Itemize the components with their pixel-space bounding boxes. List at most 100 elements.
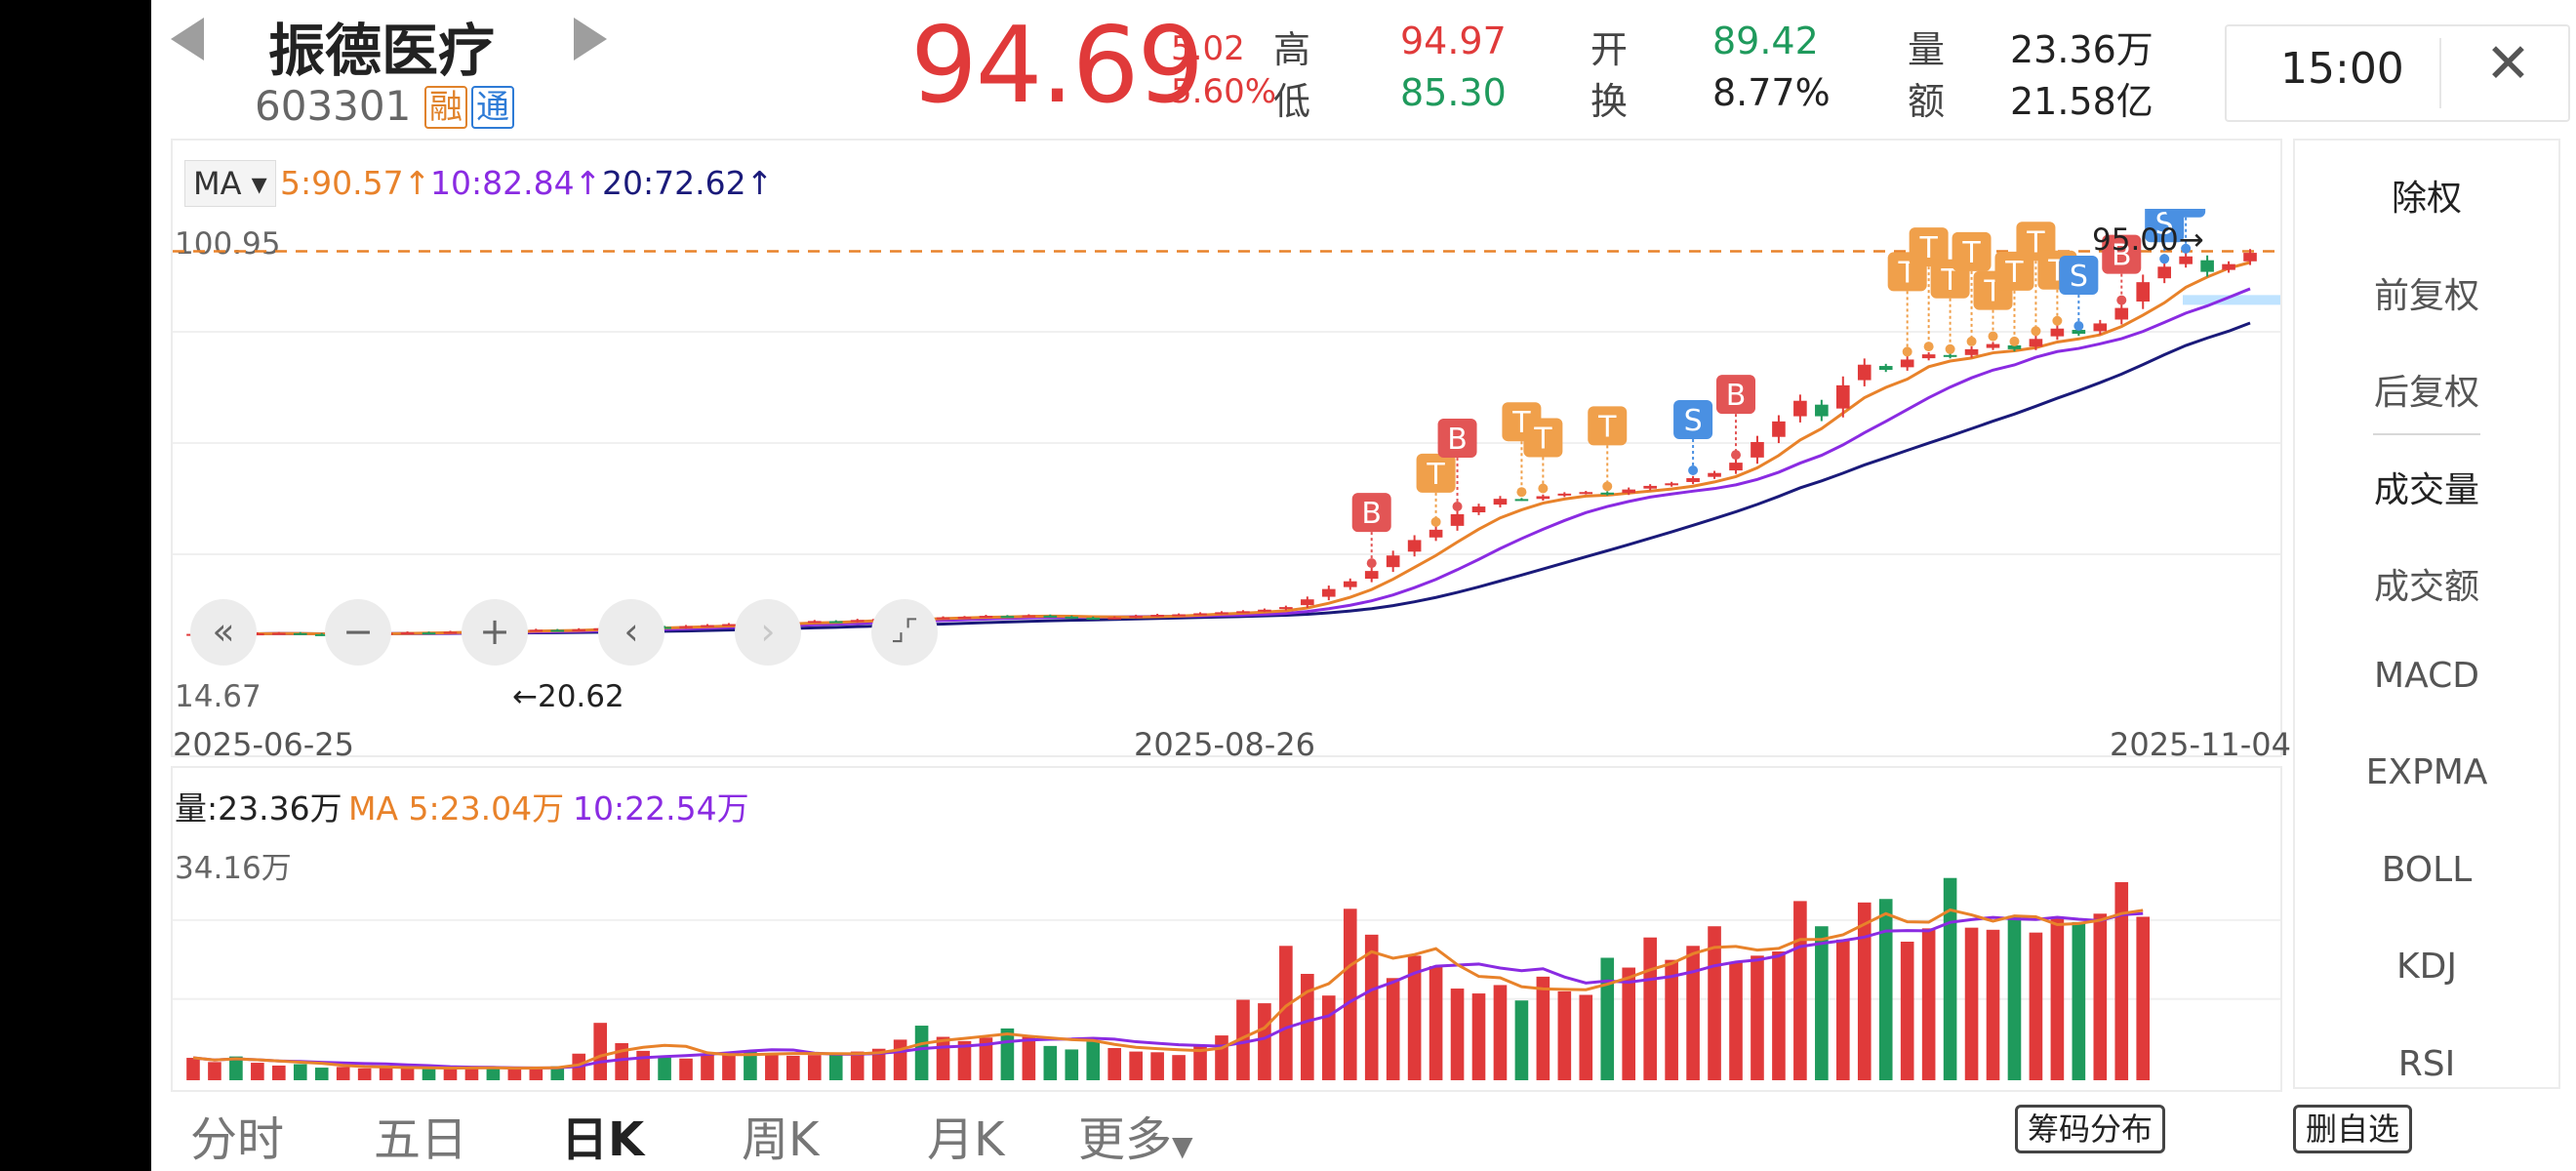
volume-chart[interactable] [173, 841, 2280, 1090]
indicator-item[interactable]: MACD [2295, 656, 2558, 696]
volume-bar [314, 1068, 329, 1080]
volume-bar [357, 1068, 372, 1080]
candle-body [1343, 581, 1357, 587]
candle-body [828, 621, 843, 624]
zoom-in-icon[interactable]: + [462, 599, 528, 666]
current-time: 15:00 [2280, 44, 2404, 94]
volume-bar [636, 1050, 650, 1080]
zoom-out-icon[interactable]: − [325, 599, 391, 666]
candle-body [1258, 609, 1271, 612]
volume-bar [1364, 934, 1379, 1080]
signal-label: S [2177, 209, 2195, 217]
candle-body [1600, 492, 1615, 495]
signal-dot [1966, 336, 1977, 346]
indicator-item[interactable]: KDJ [2295, 947, 2558, 987]
tab-intraday[interactable]: 分时 [190, 1101, 284, 1169]
indicator-item[interactable]: 除权 [2295, 170, 2558, 221]
signal-label: B [1361, 497, 1382, 531]
candle-body [679, 626, 693, 628]
volume-label-current: 量:23.36万 [175, 789, 342, 828]
signal-dot [2009, 336, 2020, 346]
signal-dot [2052, 315, 2063, 326]
tab-daily-k[interactable]: 日K [561, 1101, 644, 1169]
candle-body [550, 629, 565, 632]
volume-bar [251, 1063, 264, 1080]
signal-dot [1902, 346, 1912, 357]
candle-body [2050, 328, 2065, 337]
candle-body [1729, 463, 1743, 471]
volume-bar [336, 1067, 350, 1080]
amount-label: 额 [1908, 80, 1946, 123]
tab-more[interactable]: 更多▼ [1078, 1101, 1193, 1169]
indicator-item[interactable]: BOLL [2295, 850, 2558, 890]
volume-bar [208, 1062, 221, 1080]
candle-body [1193, 613, 1207, 616]
price-change-percent: 5.60% [1171, 72, 1277, 111]
volume-bar [1258, 1003, 1271, 1080]
signal-label: T [1597, 410, 1617, 444]
volume-bar [1643, 937, 1657, 1080]
indicator-item[interactable]: 后复权 [2295, 364, 2558, 415]
candle-body [1878, 366, 1893, 371]
scroll-left-icon[interactable]: ‹ [598, 599, 664, 666]
signal-dot [1430, 516, 1441, 527]
previous-stock-button[interactable] [171, 18, 204, 61]
volume-panel[interactable]: 量:23.36万 MA 5:23.04万 10:22.54万 34.16万 [171, 766, 2282, 1092]
candle-body [1815, 404, 1829, 417]
volume-bar [1729, 962, 1743, 1080]
candle-body [850, 620, 865, 623]
volume-bar [1793, 901, 1807, 1080]
volume-bar [1751, 955, 1764, 1080]
tab-more-label: 更多 [1078, 1112, 1173, 1167]
candle-body [1665, 483, 1678, 486]
scroll-right-icon[interactable]: › [735, 599, 801, 666]
volume-bar [1921, 928, 1936, 1080]
signal-dot [1988, 331, 1998, 342]
volume-bar [1043, 1045, 1058, 1080]
candle-body [1450, 513, 1465, 526]
volume-bar [1450, 989, 1465, 1080]
tab-monthly-k[interactable]: 月K [927, 1101, 1004, 1169]
candle-body [701, 625, 714, 627]
indicator-item[interactable]: 成交额 [2295, 558, 2558, 609]
indicator-item[interactable]: 前复权 [2295, 267, 2558, 318]
reset-zoom-icon[interactable]: ⌟⌜ [871, 599, 938, 666]
stock-name: 振德医疗 [268, 18, 496, 84]
signal-label: S [2070, 260, 2088, 294]
low-value: 85.30 [1400, 71, 1507, 114]
volume-bar [1622, 967, 1636, 1080]
indicator-item[interactable]: RSI [2295, 1044, 2558, 1084]
volume-ma5-label: MA 5:23.04万 [348, 789, 565, 828]
price-change: 5.02 [1171, 29, 1245, 68]
volume-bar [507, 1069, 522, 1080]
candle-body [1022, 615, 1036, 618]
ma-selector[interactable]: MA ▾ [184, 160, 276, 207]
volume-ma10-label: 10:22.54万 [573, 789, 749, 828]
tab-weekly-k[interactable]: 周K [742, 1101, 819, 1169]
signal-label: B [1726, 379, 1747, 413]
kline-panel[interactable]: MA ▾ 5:90.57↑ 10:82.84↑ 20:72.62↑ 100.95… [171, 139, 2291, 763]
volume-bar [293, 1064, 307, 1080]
signal-label: B [1447, 423, 1468, 457]
next-stock-button[interactable] [574, 18, 607, 61]
chip-distribution-button[interactable]: 筹码分布 [2015, 1105, 2166, 1153]
candle-body [1043, 615, 1058, 618]
close-icon[interactable]: ✕ [2485, 32, 2531, 96]
signal-dot [1366, 558, 1377, 569]
open-label: 开 [1590, 28, 1629, 71]
ma10-line [192, 287, 2251, 636]
candle-body [1172, 614, 1186, 617]
remove-favorite-button[interactable]: 删自选 [2293, 1105, 2413, 1153]
indicator-item[interactable]: EXPMA [2295, 752, 2558, 792]
app-root: 振德医疗 603301 融 通 94.69 5.02 5.60% 高 94.97… [151, 0, 2576, 1171]
volume-bar [2072, 921, 2086, 1080]
volume-bar [1150, 1052, 1164, 1080]
volume-bar [1086, 1041, 1101, 1080]
scroll-far-left-icon[interactable]: « [190, 599, 257, 666]
candle-body [1150, 615, 1164, 618]
tab-five-day[interactable]: 五日 [374, 1101, 467, 1169]
volume-bar [828, 1053, 843, 1080]
indicator-item[interactable]: 成交量 [2295, 462, 2558, 512]
candle-body [1514, 499, 1529, 502]
candle-body [722, 624, 736, 626]
